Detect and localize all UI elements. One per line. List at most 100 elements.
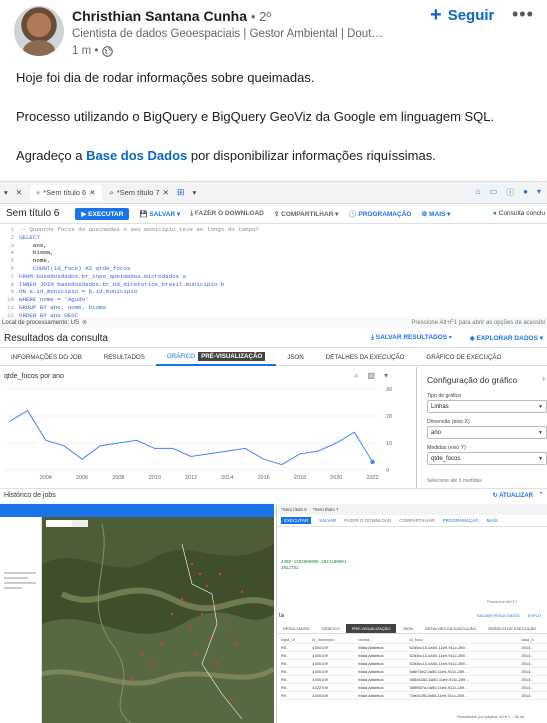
chevron-up-icon[interactable]: ⌃ [538, 491, 544, 499]
bq2-schedule-button[interactable]: PROGRAMAÇÃO [443, 518, 479, 523]
code-text: INNER JOIN basedosdados.br_bd_diretorios… [19, 280, 225, 288]
column-header[interactable]: data_h [519, 636, 547, 644]
plus-icon: + [430, 4, 442, 26]
bq2-explore[interactable]: EXPLO [528, 613, 541, 618]
bq2-tab-preview[interactable]: PRÉ-VISUALIZAÇÃO [345, 624, 397, 633]
geoviz-map[interactable] [42, 504, 274, 723]
table-cell: 62d5cc15-0a50-11e9-911c-289… [407, 643, 520, 652]
bq2-tab-results[interactable]: RESULTADOS [277, 624, 316, 633]
code-text: bioma, [19, 249, 54, 257]
results-title: Resultados da consulta [4, 333, 108, 344]
bq2-share-button[interactable]: COMPARTILHAR [399, 518, 434, 523]
bq2-tab-json[interactable]: JSON [396, 624, 419, 633]
chevron-down-icon[interactable]: ▾ [537, 187, 541, 198]
dimension-select[interactable]: ano [427, 426, 547, 439]
chevron-down-icon[interactable]: ▾ [4, 188, 8, 197]
chart-type-select[interactable]: Linhas [427, 400, 547, 413]
tab-execution-details[interactable]: DETALHES DA EXECUÇÃO [315, 350, 416, 366]
x-tick-label: 2020 [330, 475, 342, 481]
author-avatar[interactable] [14, 6, 64, 56]
code-line: 11 GROUP BY ano, nome, bioma [0, 304, 547, 312]
pin-icon[interactable]: ● [523, 187, 528, 198]
tab-chart[interactable]: GRÁFICO PRÉ-VISUALIZAÇÃO [155, 350, 277, 366]
code-text: ON a.id_municipio = b.id_municipio [19, 288, 138, 296]
author-name-text[interactable]: Christhian Santana Cunha [72, 8, 247, 24]
share-button[interactable]: ⇪ COMPARTILHAR ▾ [274, 210, 339, 218]
schedule-button[interactable]: 🕓 PROGRAMAÇÃO [348, 210, 411, 218]
bq2-tab-6[interactable]: *Sem título 6 [281, 507, 307, 512]
table-cell: Mata Atlântica [356, 667, 408, 676]
column-header[interactable]: sigla_uf [279, 636, 311, 644]
author-name[interactable]: Christhian Santana Cunha • 2º [72, 8, 271, 24]
bq2-save-results[interactable]: SALVAR RESULTADOS [477, 613, 520, 618]
bq2-download-button[interactable]: FAZER O DOWNLOAD [344, 518, 391, 523]
bq2-tab-chart[interactable]: GRÁFICO [316, 624, 346, 633]
table-cell: 2014- [519, 659, 547, 668]
x-tick-label: 2006 [76, 475, 88, 481]
table-cell: RS [279, 651, 311, 660]
base-dos-dados-link[interactable]: Base dos Dados [86, 148, 187, 163]
table-row: RS 4300109 Mata Atlântica 7de0c2f5-0a50-11e… [279, 691, 547, 700]
close-icon[interactable]: ⊗ [82, 319, 87, 326]
share-label: COMPARTILHAR [281, 210, 334, 218]
window-icon[interactable]: ▭ [490, 187, 498, 198]
table-cell: 2013- [519, 675, 547, 684]
chevron-right-icon[interactable]: › [542, 374, 545, 383]
y-tick-label: 0 [386, 468, 389, 474]
bq2-save-button[interactable]: SALVAR [319, 518, 336, 523]
close-icon[interactable]: ✕ [16, 188, 22, 197]
geoviz-side-bar [0, 504, 42, 517]
tab-job-info[interactable]: INFORMAÇÕES DO JOB [0, 350, 93, 366]
more-button[interactable]: ⚙ MAIS ▾ [421, 210, 450, 218]
table-cell: Mata Atlântica [356, 651, 408, 660]
code-line: 5 nome, [0, 257, 547, 265]
job-history-label: Histórico de jobs [4, 492, 56, 499]
bq2-tab-7[interactable]: *Sem título 7 [313, 507, 339, 512]
x-tick-label: 2012 [185, 475, 197, 481]
column-header[interactable]: id_municipio [310, 636, 357, 644]
table-cell: Mata Atlântica [356, 659, 408, 668]
bq2-tab-exec-graph[interactable]: GRÁFICO DE EXECUÇÃO [482, 624, 542, 633]
chevron-down-icon[interactable]: ▾ [193, 188, 197, 197]
close-icon[interactable]: ✕ [163, 188, 169, 197]
table-cell: 6d6f78e2-0a50-11e9-911c-289… [407, 667, 520, 676]
save-button[interactable]: 💾 SALVAR ▾ [139, 210, 180, 218]
more-label: MAIS [429, 210, 446, 218]
line-number: 9 [10, 288, 14, 296]
bq2-more-button[interactable]: MAIS [487, 518, 498, 523]
tab-sem-titulo-7[interactable]: ⌕ *Sem título 7 ✕ [110, 188, 169, 198]
bq2-tab-exec-details[interactable]: DETALHES DA EXECUÇÃO [419, 624, 482, 633]
line-number: 7 [10, 272, 14, 280]
tab-results[interactable]: RESULTADOS [93, 350, 156, 366]
code-text: -- Quantos focos de queimadas o seu muni… [19, 226, 260, 233]
post-image[interactable]: ▾ ✕ ⌕ *Sem título 6 ✕ ⌕ *Sem título 7 ✕ … [0, 181, 547, 723]
save-results-button[interactable]: ⤓ SALVAR RESULTADOS ▾ [371, 334, 452, 342]
schedule-label: PROGRAMAÇÃO [358, 210, 412, 218]
bq2-results-actions: SALVAR RESULTADOS EXPLO [477, 613, 541, 618]
run-button[interactable]: ▶ EXECUTAR [75, 207, 130, 220]
add-tab-icon[interactable]: ⊞ [177, 187, 185, 198]
results-header: Resultados da consulta ⤓ SALVAR RESULTAD… [0, 330, 547, 348]
explore-data-button[interactable]: ◈ EXPLORAR DADOS ▾ [470, 334, 543, 342]
more-options-icon[interactable]: ••• [512, 4, 534, 25]
x-tick-label: 2016 [257, 475, 269, 481]
save-label: SALVAR [149, 210, 176, 218]
post-line-3: Agradeço a Base dos Dados por disponibil… [16, 146, 536, 166]
column-header[interactable]: bioma [356, 636, 408, 644]
sql-editor[interactable]: 1 -- Quantos focos de queimadas o seu mun… [0, 224, 547, 322]
bq2-run-button[interactable]: EXECUTAR [281, 517, 312, 524]
refresh-button[interactable]: ↻ ATUALIZAR [493, 492, 533, 499]
tab-sem-titulo-6[interactable]: ⌕ *Sem título 6 ✕ [30, 184, 102, 201]
code-text: FROM basedosdados.br_inpe_queimadas.micr… [19, 272, 186, 280]
job-history-bar[interactable]: Histórico de jobs ↻ ATUALIZAR ⌃ [0, 488, 547, 502]
home-icon[interactable]: ⌂ [476, 187, 481, 198]
download-button[interactable]: ⤓ FAZER O DOWNLOAD [190, 210, 264, 218]
info-icon[interactable]: ⓘ [506, 187, 514, 198]
close-icon[interactable]: ✕ [89, 188, 95, 197]
measures-select[interactable]: qtde_focos [427, 452, 547, 465]
bq2-results-table: sigla_uf id_municipio bioma id_foco data_h RS… [279, 636, 547, 700]
follow-button[interactable]: + Seguir [430, 4, 494, 26]
tab-execution-graph[interactable]: GRÁFICO DE EXECUÇÃO [415, 350, 512, 366]
tab-json[interactable]: JSON [276, 350, 315, 366]
column-header[interactable]: id_foco [407, 636, 520, 644]
